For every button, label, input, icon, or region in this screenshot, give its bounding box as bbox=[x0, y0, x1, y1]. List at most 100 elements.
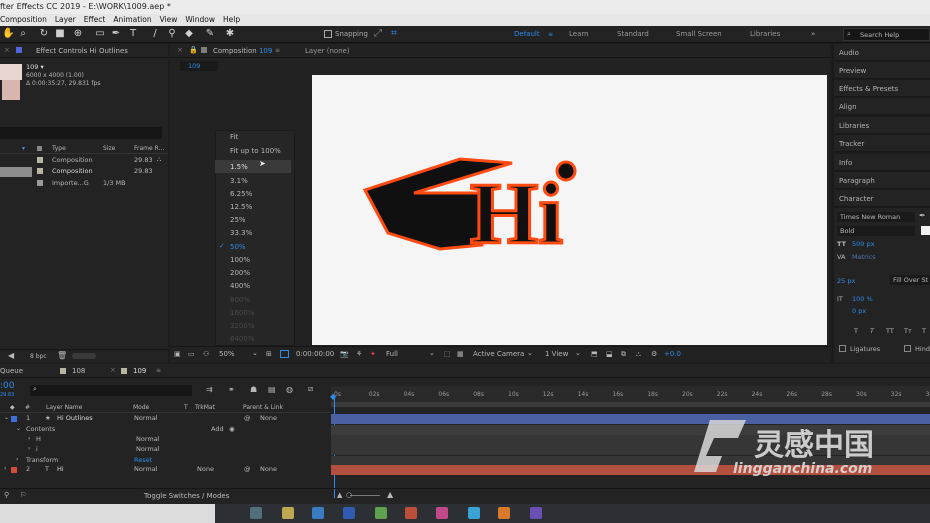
flowchart-icon[interactable]: ⛬ bbox=[636, 350, 641, 359]
zoom-option-3-1[interactable]: 3.1% bbox=[230, 177, 248, 185]
zoom-option-400[interactable]: 400% bbox=[230, 282, 250, 290]
layer-property-row[interactable]: › H Normal bbox=[0, 435, 330, 445]
parent-pickwhip-icon[interactable]: @ bbox=[244, 465, 251, 473]
style-bold-button[interactable]: T bbox=[854, 327, 858, 335]
thumbnail-size-slider[interactable] bbox=[72, 353, 96, 359]
column-trkmat[interactable]: TrkMat bbox=[195, 404, 215, 411]
project-row[interactable]: Composition 29.83 ⛬ bbox=[0, 156, 168, 166]
comp-breadcrumb[interactable]: 109 bbox=[180, 61, 218, 71]
timeline-zoom-slider[interactable] bbox=[350, 495, 380, 496]
workspace-learn[interactable]: Learn bbox=[569, 30, 589, 38]
twirl-open-icon[interactable]: ⌄ bbox=[16, 425, 21, 432]
label-column-icon[interactable]: ▾ bbox=[22, 145, 25, 152]
panel-preview[interactable]: Preview bbox=[834, 62, 930, 79]
workspace-libraries[interactable]: Libraries bbox=[750, 30, 780, 38]
menu-layer[interactable]: Layer bbox=[55, 14, 76, 26]
workspace-standard[interactable]: Standard bbox=[617, 30, 649, 38]
layer-property-row[interactable]: ⌄ Contents Add ◉ bbox=[0, 425, 330, 435]
show-snapshot-icon[interactable]: ⚘ bbox=[356, 350, 362, 358]
transparency-grid-icon[interactable]: ▦ bbox=[457, 350, 464, 358]
timeline-tab-108[interactable]: 108 bbox=[72, 367, 85, 375]
grid-icon[interactable]: ⊞ bbox=[266, 350, 272, 358]
clone-stamp-tool-icon[interactable]: ⚲ bbox=[166, 28, 178, 40]
twirl-closed-icon[interactable]: › bbox=[4, 465, 6, 472]
channel-icon[interactable]: ✦ bbox=[370, 350, 376, 358]
leading-value[interactable]: 25 px bbox=[837, 277, 855, 285]
zoom-option-12-5[interactable]: 12.5% bbox=[230, 203, 252, 211]
column-size[interactable]: Size bbox=[103, 145, 115, 152]
chevron-down-icon[interactable]: ⌄ bbox=[527, 349, 533, 357]
snapshot-camera-icon[interactable]: 📷 bbox=[340, 350, 349, 358]
panel-paragraph[interactable]: Paragraph bbox=[834, 172, 930, 189]
mask-tool-icon[interactable]: ▭ bbox=[94, 28, 106, 40]
menu-animation[interactable]: Animation bbox=[113, 14, 151, 26]
style-smallcaps-button[interactable]: Tт bbox=[904, 327, 912, 335]
taskbar-app-icon[interactable] bbox=[343, 507, 355, 519]
layer-name[interactable]: Hi bbox=[57, 465, 64, 473]
chevron-down-icon[interactable]: ⌄ bbox=[252, 349, 258, 357]
effect-controls-tab[interactable]: Effect Controls Hi Outlines bbox=[36, 47, 128, 55]
project-row[interactable]: Importe...G 1/3 MB bbox=[0, 179, 168, 189]
menu-window[interactable]: Window bbox=[185, 14, 215, 26]
reset-link[interactable]: Reset bbox=[134, 456, 152, 464]
panel-menu-icon[interactable]: ≡ bbox=[156, 367, 161, 374]
eraser-tool-icon[interactable]: ◆ bbox=[183, 28, 195, 40]
panel-libraries[interactable]: Libraries bbox=[834, 117, 930, 134]
close-icon[interactable]: × bbox=[4, 46, 10, 54]
trash-icon[interactable]: 🗑 bbox=[57, 351, 67, 360]
work-area-bar[interactable] bbox=[331, 402, 930, 407]
font-size-value[interactable]: 500 px bbox=[852, 240, 874, 248]
taskbar-app-icon[interactable] bbox=[468, 507, 480, 519]
ligatures-checkbox[interactable] bbox=[839, 345, 846, 352]
snap-target-icon[interactable]: ⌗ bbox=[388, 28, 400, 40]
twirl-open-icon[interactable]: ⌄ bbox=[4, 414, 9, 421]
layer-row[interactable]: ⌄ 1 ★ Hi Outlines Normal @ None bbox=[0, 414, 330, 424]
chevron-down-icon[interactable]: ⌄ bbox=[575, 349, 581, 357]
layer-trkmat[interactable]: None bbox=[197, 465, 214, 473]
menu-effect[interactable]: Effect bbox=[84, 14, 106, 26]
hand-tool-icon[interactable]: ✋ bbox=[2, 28, 14, 40]
fill-color-swatch[interactable] bbox=[921, 226, 930, 235]
layer-label-color[interactable] bbox=[11, 467, 17, 473]
project-search-input[interactable] bbox=[0, 127, 162, 139]
taskbar-app-icon[interactable] bbox=[375, 507, 387, 519]
style-superscript-button[interactable]: T bbox=[922, 327, 926, 335]
draft-3d-icon[interactable]: ⚭ bbox=[228, 385, 235, 394]
panel-menu-icon[interactable]: ≡ bbox=[275, 47, 280, 54]
frame-blend-icon[interactable]: ▤ bbox=[268, 385, 276, 394]
flowchart-icon[interactable]: ⛬ bbox=[157, 156, 161, 164]
eyedropper-icon[interactable]: ✒ bbox=[919, 211, 926, 220]
overflow-icon[interactable]: » bbox=[811, 30, 815, 38]
camera-view-value[interactable]: Active Camera bbox=[473, 350, 524, 358]
pan-behind-tool-icon[interactable]: ⊕ bbox=[72, 28, 84, 40]
layer-parent[interactable]: None bbox=[260, 414, 277, 422]
panel-align[interactable]: Align bbox=[834, 98, 930, 115]
region-interest-icon[interactable]: ⬚ bbox=[444, 350, 451, 358]
column-frame-rate[interactable]: Frame R... bbox=[134, 145, 164, 152]
motion-blur-icon[interactable]: ◍ bbox=[286, 385, 293, 394]
font-style-select[interactable]: Bold bbox=[837, 226, 915, 236]
zoom-option-33-3[interactable]: 33.3% bbox=[230, 229, 252, 237]
zoom-in-icon[interactable]: ▲ bbox=[387, 490, 393, 499]
add-button[interactable]: Add bbox=[211, 425, 224, 433]
bpc-label[interactable]: 8 bpc bbox=[30, 353, 47, 360]
snap-icon[interactable]: ⤢ bbox=[372, 28, 384, 40]
parent-pickwhip-icon[interactable]: @ bbox=[244, 414, 251, 422]
fill-over-select[interactable]: Fill Over St bbox=[890, 275, 930, 285]
panel-character[interactable]: Character bbox=[834, 190, 930, 207]
zoom-option-100[interactable]: 100% bbox=[230, 256, 250, 264]
resolution-value[interactable]: Full bbox=[386, 350, 398, 358]
menu-view[interactable]: View bbox=[160, 14, 178, 26]
rotate-tool-icon[interactable]: ↻ bbox=[38, 28, 50, 40]
toggle-switches-modes-button[interactable]: Toggle Switches / Modes bbox=[144, 492, 229, 500]
interpret-footage-icon[interactable]: ◀ bbox=[8, 351, 14, 360]
close-icon[interactable]: × bbox=[110, 366, 116, 374]
view-layout-value[interactable]: 1 View bbox=[545, 350, 568, 358]
brush-tool-icon[interactable]: / bbox=[149, 28, 161, 40]
graph-editor-icon[interactable]: ⧄ bbox=[308, 384, 313, 394]
taskbar-app-icon[interactable] bbox=[530, 507, 542, 519]
exposure-value[interactable]: +0.0 bbox=[664, 350, 681, 358]
layer-mode[interactable]: Normal bbox=[134, 465, 158, 473]
transfer-controls-icon[interactable]: ⚐ bbox=[20, 491, 26, 499]
kerning-value[interactable]: Metrics bbox=[852, 253, 876, 261]
